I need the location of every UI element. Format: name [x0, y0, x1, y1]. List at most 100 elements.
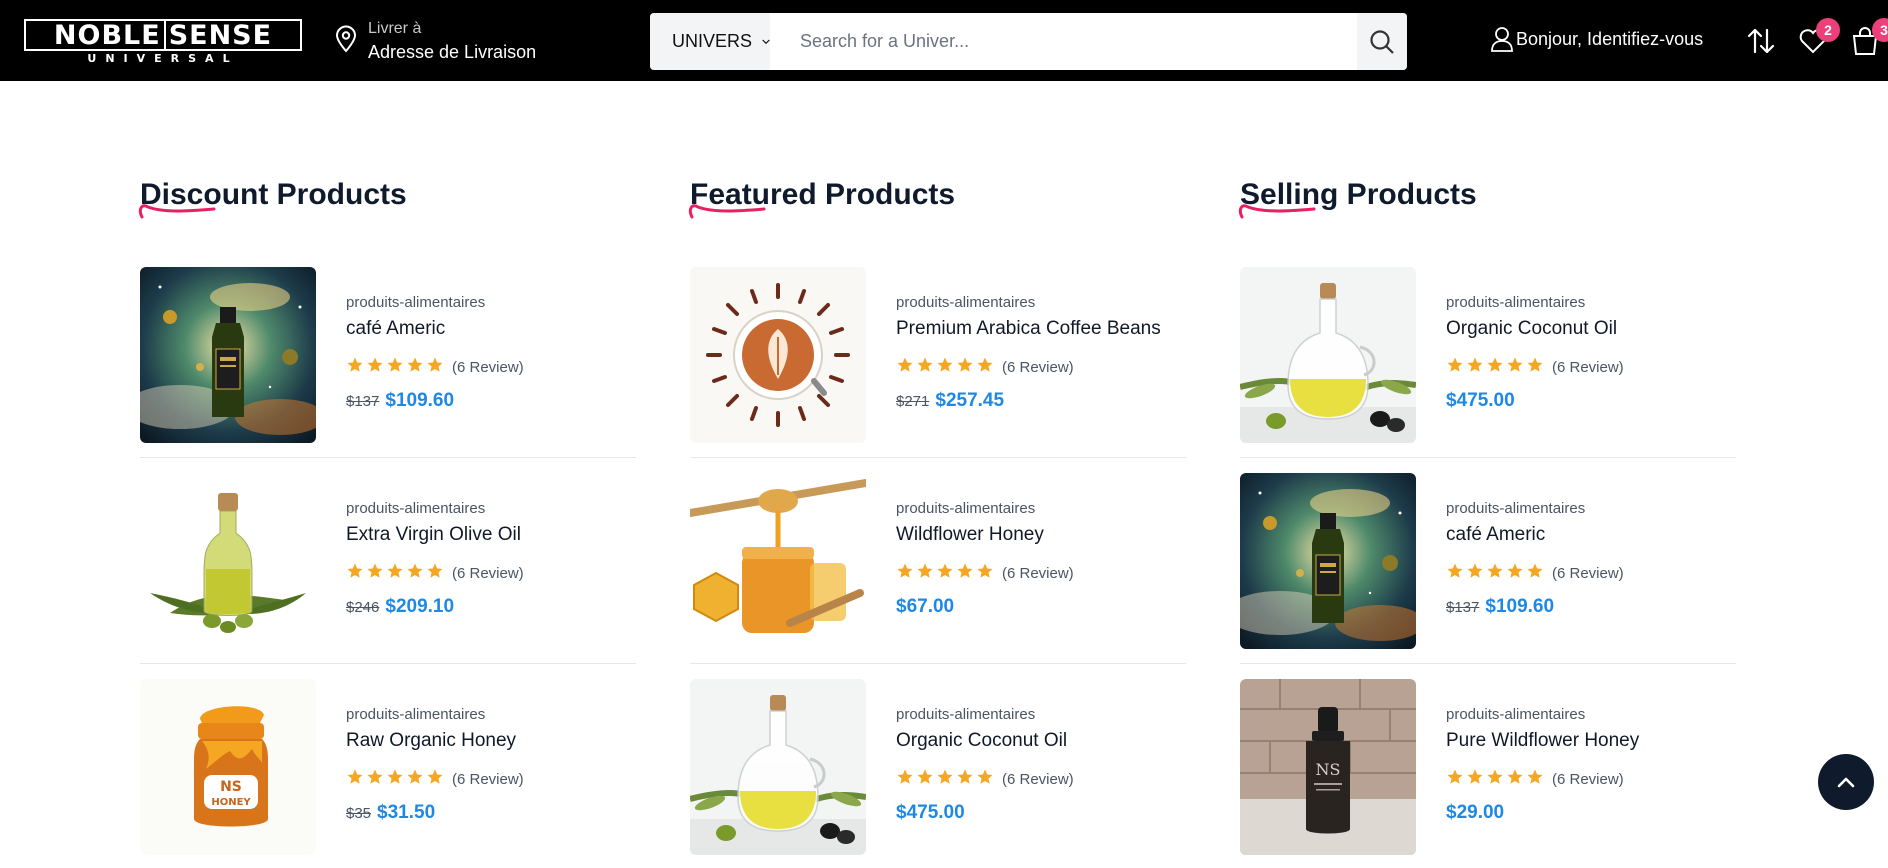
delivery-address[interactable]: Livrer à Adresse de Livraison: [334, 13, 536, 69]
product-price: $35 $31.50: [346, 802, 524, 824]
star-rating: [346, 768, 444, 791]
product-image-olive-oil-carafe[interactable]: [1240, 267, 1416, 443]
product-name[interactable]: Organic Coconut Oil: [896, 730, 1074, 752]
card-divider: [690, 663, 1186, 664]
product-category[interactable]: produits-alimentaires: [896, 294, 1161, 311]
star-icon: [406, 768, 424, 791]
star-icon: [386, 356, 404, 379]
product-image-olive-oil-carafe[interactable]: [690, 679, 866, 855]
product-name[interactable]: Pure Wildflower Honey: [1446, 730, 1639, 752]
compare-button[interactable]: [1744, 24, 1778, 58]
product-image-galaxy-oil-bottle[interactable]: [1240, 473, 1416, 649]
product-image-honey-dipper-jar[interactable]: [690, 473, 866, 649]
product-card[interactable]: produits-alimentaires Organic Coconut Oi…: [1240, 267, 1736, 473]
old-price: $137: [1446, 599, 1480, 616]
product-info: produits-alimentaires Organic Coconut Oi…: [896, 706, 1074, 824]
product-card[interactable]: produits-alimentaires Wildflower Honey (…: [690, 473, 1186, 679]
product-rating: (6 Review): [346, 562, 524, 585]
current-price: $475.00: [896, 802, 965, 823]
star-rating: [896, 562, 994, 585]
account-link[interactable]: Bonjour, Identifiez-vous: [1490, 26, 1703, 52]
product-category[interactable]: produits-alimentaires: [346, 706, 524, 723]
selling-products-column: Selling Products produits-alimentaires O…: [1238, 175, 1736, 855]
star-icon: [426, 768, 444, 791]
product-card[interactable]: produits-alimentaires café Americ (6 Rev…: [1240, 473, 1736, 679]
product-category[interactable]: produits-alimentaires: [896, 706, 1074, 723]
current-price: $31.50: [377, 802, 436, 823]
search-bar: UNIVERS: [650, 13, 1407, 70]
title-swoosh-decoration: [1238, 204, 1316, 219]
section-title: Selling Products: [1238, 175, 1736, 219]
title-swoosh-decoration: [688, 204, 766, 219]
product-image-latte-art-cup[interactable]: [690, 267, 866, 443]
chevron-up-icon: [1837, 777, 1855, 788]
star-icon: [346, 562, 364, 585]
old-price: $35: [346, 805, 372, 822]
product-name[interactable]: café Americ: [1446, 524, 1624, 546]
star-icon: [426, 356, 444, 379]
product-name[interactable]: Wildflower Honey: [896, 524, 1074, 546]
product-card[interactable]: produits-alimentaires café Americ (6 Rev…: [140, 267, 636, 473]
star-icon: [896, 356, 914, 379]
svg-text:NS: NS: [220, 779, 242, 795]
product-category[interactable]: produits-alimentaires: [896, 500, 1074, 517]
section-title: Featured Products: [688, 175, 1186, 219]
product-image-galaxy-oil-bottle[interactable]: [140, 267, 316, 443]
review-count: (6 Review): [1552, 565, 1624, 582]
cart-button[interactable]: 3: [1848, 18, 1888, 58]
product-category[interactable]: produits-alimentaires: [346, 500, 524, 517]
product-image-olive-oil-bottle[interactable]: [140, 473, 316, 649]
star-icon: [366, 562, 384, 585]
star-icon: [936, 356, 954, 379]
product-rating: (6 Review): [896, 562, 1074, 585]
star-icon: [976, 768, 994, 791]
star-icon: [936, 768, 954, 791]
product-card[interactable]: NS HONEY produits-alimentaires Raw Organ…: [140, 679, 636, 868]
current-price: $109.60: [385, 390, 455, 411]
product-price: $271 $257.45: [896, 390, 1161, 412]
delivery-address-label: Adresse de Livraison: [368, 41, 537, 62]
product-name[interactable]: café Americ: [346, 318, 524, 340]
product-card[interactable]: produits-alimentaires Premium Arabica Co…: [690, 267, 1186, 473]
star-icon: [406, 562, 424, 585]
discount-products-column: Discount Products produits-alimentaires …: [138, 175, 636, 855]
search-button[interactable]: [1357, 13, 1407, 70]
star-icon: [386, 768, 404, 791]
product-price: $246 $209.10: [346, 596, 524, 618]
scroll-to-top-button[interactable]: [1818, 754, 1874, 810]
review-count: (6 Review): [452, 565, 524, 582]
product-card[interactable]: NS produits-alimentaires Pure Wildflower…: [1240, 679, 1736, 868]
product-card[interactable]: produits-alimentaires Organic Coconut Oi…: [690, 679, 1186, 868]
product-info: produits-alimentaires Wildflower Honey (…: [896, 500, 1074, 618]
product-category[interactable]: produits-alimentaires: [1446, 706, 1639, 723]
star-rating: [1446, 768, 1544, 791]
wishlist-button[interactable]: 2: [1796, 18, 1840, 58]
logo-box: NOBLE SENSE: [24, 19, 302, 51]
product-image-dropper-bottle[interactable]: NS: [1240, 679, 1416, 855]
product-name[interactable]: Raw Organic Honey: [346, 730, 524, 752]
product-price: $137 $109.60: [1446, 596, 1624, 618]
site-logo[interactable]: NOBLE SENSE UNIVERSAL: [24, 19, 302, 65]
star-icon: [426, 562, 444, 585]
product-name[interactable]: Organic Coconut Oil: [1446, 318, 1624, 340]
star-icon: [976, 356, 994, 379]
star-icon: [366, 768, 384, 791]
product-name[interactable]: Extra Virgin Olive Oil: [346, 524, 524, 546]
product-image-ns-honey-jar[interactable]: NS HONEY: [140, 679, 316, 855]
product-card[interactable]: produits-alimentaires Extra Virgin Olive…: [140, 473, 636, 679]
star-icon: [346, 356, 364, 379]
svg-text:HONEY: HONEY: [211, 797, 251, 808]
card-divider: [690, 457, 1186, 458]
search-input[interactable]: [770, 13, 1357, 70]
product-name[interactable]: Premium Arabica Coffee Beans: [896, 318, 1161, 340]
current-price: $109.60: [1485, 596, 1555, 617]
product-category[interactable]: produits-alimentaires: [346, 294, 524, 311]
search-category-select[interactable]: UNIVERS: [650, 13, 770, 70]
product-category[interactable]: produits-alimentaires: [1446, 294, 1624, 311]
product-info: produits-alimentaires café Americ (6 Rev…: [1446, 500, 1624, 618]
current-price: $67.00: [896, 596, 955, 617]
top-header: NOBLE SENSE UNIVERSAL Livrer à Adresse d…: [0, 0, 1888, 81]
featured-products-column: Featured Products produits-alimentaires …: [688, 175, 1186, 855]
product-category[interactable]: produits-alimentaires: [1446, 500, 1624, 517]
product-price: $475.00: [1446, 390, 1624, 412]
